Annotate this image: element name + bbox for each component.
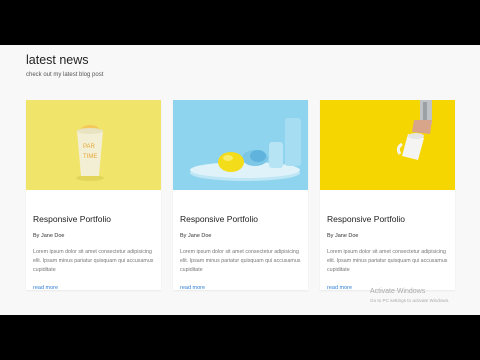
- section-title: latest news: [26, 53, 89, 67]
- card-author: By Jane Doe: [180, 233, 212, 239]
- read-more-link[interactable]: read more: [33, 285, 58, 291]
- section-subtitle: check out my latest blog post: [26, 72, 104, 78]
- blog-section: latest news check out my latest blog pos…: [0, 45, 480, 315]
- card-excerpt: Lorem ipsum dolor sit amet consectetur a…: [33, 249, 154, 273]
- activation-watermark-subtitle: Go to PC settings to activate Windows.: [370, 298, 450, 303]
- card-excerpt: Lorem ipsum dolor sit amet consectetur a…: [327, 249, 448, 273]
- card-author: By Jane Doe: [327, 233, 359, 239]
- blog-card: Responsive Portfolio By Jane Doe Lorem i…: [173, 100, 308, 291]
- card-author: By Jane Doe: [33, 233, 65, 239]
- card-title: Responsive Portfolio: [33, 214, 111, 224]
- card-excerpt: Lorem ipsum dolor sit amet consectetur a…: [180, 249, 301, 273]
- card-title: Responsive Portfolio: [180, 214, 258, 224]
- blog-card: Responsive Portfolio By Jane Doe Lorem i…: [320, 100, 455, 291]
- read-more-link[interactable]: read more: [180, 285, 205, 291]
- card-title: Responsive Portfolio: [327, 214, 405, 224]
- svg-text:PAR: PAR: [83, 144, 96, 150]
- blog-card: PAR TIME Responsive Portfolio By Jane Do…: [26, 100, 161, 291]
- read-more-link[interactable]: read more: [327, 285, 352, 291]
- svg-text:TIME: TIME: [83, 154, 97, 160]
- card-image-lemon: [173, 100, 308, 190]
- card-image-cup: PAR TIME: [26, 100, 161, 190]
- card-image-hand-mug: [320, 100, 455, 190]
- activation-watermark-title: Activate Windows: [370, 288, 426, 295]
